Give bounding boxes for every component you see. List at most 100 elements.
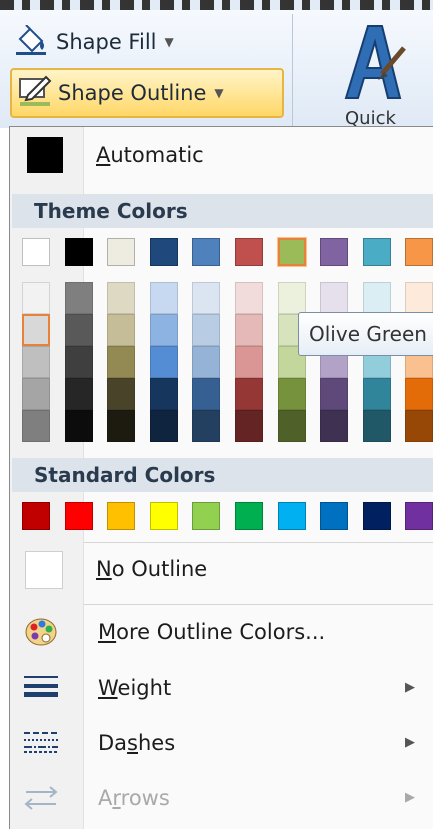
theme-shade-swatch[interactable] bbox=[64, 346, 93, 378]
theme-shade-swatch[interactable] bbox=[107, 378, 136, 410]
theme-shade-swatch[interactable] bbox=[362, 378, 391, 410]
color-tooltip: Olive Green bbox=[298, 312, 433, 356]
paint-bucket-icon bbox=[14, 23, 50, 60]
weight-item[interactable] bbox=[12, 660, 433, 714]
theme-shade-swatch[interactable] bbox=[277, 282, 306, 314]
shape-outline-button[interactable]: Shape Outline ▼ bbox=[10, 68, 284, 118]
standard-colors-header: Standard Colors bbox=[12, 458, 433, 492]
theme-color-swatch[interactable] bbox=[192, 238, 221, 266]
theme-shade-swatch[interactable] bbox=[362, 410, 391, 442]
theme-shade-swatch[interactable] bbox=[235, 346, 263, 378]
theme-shade-swatch[interactable] bbox=[277, 410, 306, 442]
standard-color-swatch[interactable] bbox=[405, 502, 433, 530]
no-outline-item[interactable] bbox=[12, 545, 433, 595]
theme-shade-swatch[interactable] bbox=[192, 314, 221, 346]
theme-shade-swatch[interactable] bbox=[277, 378, 306, 410]
theme-color-swatch[interactable] bbox=[362, 238, 391, 266]
automatic-item[interactable] bbox=[12, 130, 433, 182]
theme-shade-swatch[interactable] bbox=[22, 346, 50, 378]
standard-color-swatch[interactable] bbox=[107, 502, 136, 530]
theme-shade-swatch[interactable] bbox=[64, 410, 93, 442]
theme-shade-swatch[interactable] bbox=[149, 314, 178, 346]
theme-shade-swatch[interactable] bbox=[235, 282, 263, 314]
theme-shade-column bbox=[64, 282, 93, 442]
theme-shade-swatch[interactable] bbox=[107, 314, 136, 346]
theme-color-swatch[interactable] bbox=[64, 238, 93, 266]
submenu-arrow-icon: ▶ bbox=[405, 790, 415, 805]
standard-color-swatch[interactable] bbox=[192, 502, 221, 530]
theme-shade-swatch[interactable] bbox=[320, 410, 349, 442]
theme-shade-column bbox=[405, 282, 433, 442]
theme-shade-column bbox=[277, 282, 306, 442]
theme-shade-swatch[interactable] bbox=[149, 410, 178, 442]
theme-color-swatch[interactable] bbox=[320, 238, 349, 266]
arrows-label: Arrows bbox=[98, 786, 170, 810]
theme-shade-swatch[interactable] bbox=[192, 410, 221, 442]
theme-shade-swatch[interactable] bbox=[149, 346, 178, 378]
theme-shade-swatch[interactable] bbox=[320, 282, 349, 314]
theme-shade-swatch[interactable] bbox=[405, 410, 433, 442]
theme-color-swatch[interactable] bbox=[276, 237, 307, 267]
standard-color-swatch[interactable] bbox=[362, 502, 391, 530]
theme-shade-swatch[interactable] bbox=[64, 314, 93, 346]
theme-shade-swatch[interactable] bbox=[149, 378, 178, 410]
automatic-label-text: Automatic bbox=[96, 143, 204, 167]
standard-color-swatch[interactable] bbox=[235, 502, 263, 530]
dashes-label: Dashes bbox=[98, 731, 176, 755]
theme-shade-column bbox=[22, 282, 50, 442]
arrows-item bbox=[12, 772, 433, 826]
theme-shade-swatch[interactable] bbox=[362, 282, 391, 314]
chevron-down-icon: ▼ bbox=[214, 86, 224, 100]
theme-color-swatch[interactable] bbox=[235, 238, 263, 266]
menu-divider bbox=[84, 542, 433, 543]
theme-shade-swatch[interactable] bbox=[64, 282, 93, 314]
standard-color-swatch[interactable] bbox=[64, 502, 93, 530]
shape-fill-button[interactable]: Shape Fill ▼ bbox=[14, 22, 174, 62]
theme-shade-column bbox=[107, 282, 136, 442]
theme-color-swatch[interactable] bbox=[405, 238, 433, 266]
theme-shade-swatch[interactable] bbox=[107, 410, 136, 442]
standard-color-swatch[interactable] bbox=[320, 502, 349, 530]
theme-shade-column bbox=[235, 282, 263, 442]
dashes-icon bbox=[24, 730, 58, 758]
theme-shade-swatch[interactable] bbox=[192, 282, 221, 314]
theme-shade-swatch[interactable] bbox=[107, 346, 136, 378]
theme-color-swatch[interactable] bbox=[107, 238, 136, 266]
standard-color-swatch[interactable] bbox=[22, 502, 50, 530]
theme-shade-swatch[interactable] bbox=[22, 378, 50, 410]
theme-shade-column bbox=[320, 282, 349, 442]
theme-shade-column bbox=[149, 282, 178, 442]
theme-shade-swatch[interactable] bbox=[320, 378, 349, 410]
theme-color-swatch[interactable] bbox=[22, 238, 50, 266]
shape-fill-label: Shape Fill bbox=[56, 30, 157, 54]
arrows-icon bbox=[24, 784, 58, 816]
no-outline-swatch bbox=[25, 551, 63, 589]
line-weight-icon bbox=[24, 674, 58, 702]
theme-shade-swatch[interactable] bbox=[22, 410, 50, 442]
theme-shade-column bbox=[192, 282, 221, 442]
theme-shade-swatch[interactable] bbox=[22, 282, 50, 314]
menu-divider bbox=[84, 604, 433, 605]
weight-label: Weight bbox=[98, 676, 172, 700]
theme-shade-swatch[interactable] bbox=[22, 314, 50, 346]
theme-shade-swatch[interactable] bbox=[235, 410, 263, 442]
theme-shade-swatch[interactable] bbox=[235, 378, 263, 410]
theme-color-swatch[interactable] bbox=[149, 238, 178, 266]
standard-color-swatch[interactable] bbox=[277, 502, 306, 530]
theme-shade-swatch[interactable] bbox=[149, 282, 178, 314]
theme-shade-swatch[interactable] bbox=[235, 314, 263, 346]
theme-shade-swatch[interactable] bbox=[405, 282, 433, 314]
dashes-item[interactable] bbox=[12, 716, 433, 770]
theme-shade-swatch[interactable] bbox=[405, 378, 433, 410]
color-palette-icon bbox=[24, 617, 58, 651]
no-outline-label: No Outline bbox=[96, 557, 208, 581]
theme-shade-column bbox=[362, 282, 391, 442]
standard-color-swatch[interactable] bbox=[149, 502, 178, 530]
theme-shade-swatch[interactable] bbox=[64, 378, 93, 410]
theme-shade-swatch[interactable] bbox=[107, 282, 136, 314]
ribbon-separator bbox=[292, 14, 293, 126]
theme-shade-swatch[interactable] bbox=[192, 346, 221, 378]
chevron-down-icon: ▼ bbox=[164, 35, 174, 49]
theme-shade-swatch[interactable] bbox=[192, 378, 221, 410]
submenu-arrow-icon: ▶ bbox=[405, 680, 415, 695]
